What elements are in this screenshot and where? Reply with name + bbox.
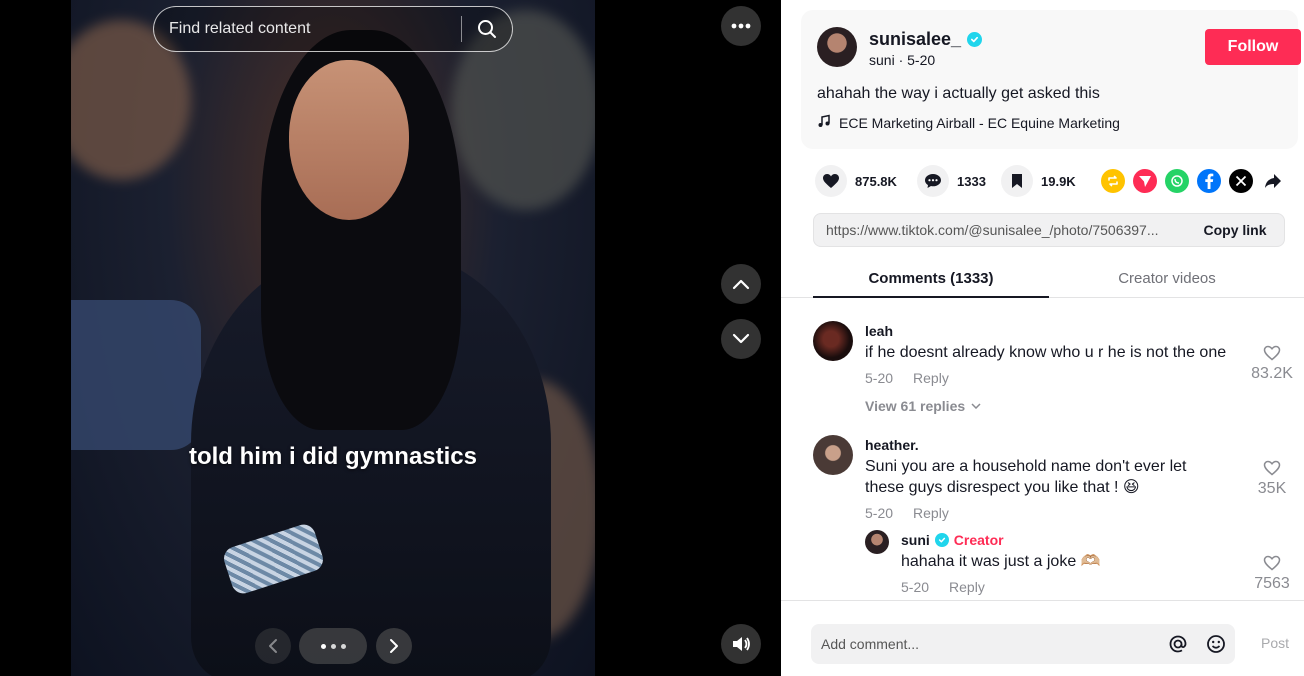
comment-like-count: 83.2K — [1251, 365, 1293, 382]
display-name: suni — [869, 52, 895, 68]
reply-meta: 5-20 Reply — [901, 579, 985, 595]
reply-button[interactable]: Reply — [913, 505, 949, 521]
bookmark-icon[interactable] — [1001, 165, 1033, 197]
comment-meta: 5-20 Reply — [865, 370, 949, 386]
search-placeholder[interactable]: Find related content — [154, 20, 461, 38]
follow-button[interactable]: Follow — [1205, 29, 1301, 65]
like-action[interactable]: 875.8K — [815, 164, 897, 198]
repost-icon[interactable] — [1101, 169, 1125, 193]
reply-like[interactable]: 7563 — [1248, 555, 1296, 593]
comment-text: if he doesnt already know who u r he is … — [865, 344, 1227, 361]
view-replies-label[interactable]: View 61 replies — [865, 398, 965, 414]
commenter-avatar[interactable] — [813, 321, 853, 361]
post-date: 5-20 — [907, 52, 936, 68]
reply-date: 5-20 — [901, 579, 930, 595]
post-photo: told him i did gymnastics — [71, 0, 595, 676]
share-link-box: https://www.tiktok.com/@sunisalee_/photo… — [813, 213, 1285, 247]
comment-text-line: Suni you are a household name don't ever… — [865, 458, 1187, 475]
chevron-down-icon — [971, 403, 981, 409]
comment-action[interactable]: 1333 — [917, 164, 986, 198]
comment-icon[interactable] — [917, 165, 949, 197]
comment-like[interactable]: 83.2K — [1248, 345, 1296, 383]
save-count: 19.9K — [1041, 173, 1076, 189]
photo-carousel-controls — [255, 628, 415, 664]
photo-caption: told him i did gymnastics — [188, 443, 478, 470]
tab-creator-videos[interactable]: Creator videos — [1049, 260, 1285, 297]
comment-list: leah if he doesnt already know who u r h… — [781, 299, 1304, 600]
commenter-avatar[interactable] — [813, 435, 853, 475]
background-banner — [71, 300, 201, 450]
reply-author[interactable]: suni Creator — [901, 532, 1004, 548]
media-viewer: told him i did gymnastics Find related c… — [0, 0, 781, 676]
heart-outline-icon[interactable] — [1263, 345, 1281, 361]
author-avatar[interactable] — [817, 27, 857, 67]
verified-badge-icon — [934, 533, 949, 547]
creator-badge: Creator — [953, 532, 1004, 548]
copy-link-button[interactable]: Copy link — [1186, 222, 1284, 238]
reply-button[interactable]: Reply — [913, 370, 949, 386]
post-comment-button[interactable]: Post — [1261, 635, 1289, 651]
comment-meta: 5-20 Reply — [865, 505, 949, 521]
whatsapp-icon[interactable] — [1165, 169, 1189, 193]
carousel-prev-icon[interactable] — [255, 628, 291, 664]
music-note-icon — [817, 114, 831, 131]
previous-post-icon[interactable] — [721, 264, 761, 304]
author-username[interactable]: sunisalee_ — [869, 29, 983, 50]
reply-text: hahaha it was just a joke 🫶🏼 — [901, 553, 1101, 570]
emoji-icon[interactable] — [1197, 634, 1235, 654]
panel-tabs: Comments (1333) Creator videos — [781, 260, 1304, 298]
send-to-friends-icon[interactable] — [1133, 169, 1157, 193]
heart-outline-icon[interactable] — [1263, 555, 1281, 571]
comment-composer: Add comment... Post — [781, 600, 1304, 676]
post-description: ahahah the way i actually get asked this — [817, 85, 1100, 102]
reply-avatar[interactable] — [865, 530, 889, 554]
mention-icon[interactable] — [1159, 634, 1197, 654]
reply-author-name[interactable]: suni — [901, 532, 930, 548]
post-info-card: sunisalee_ suni · 5-20 Follow ahahah the… — [801, 10, 1301, 149]
commenter-name[interactable]: heather. — [865, 437, 919, 453]
next-post-icon[interactable] — [721, 319, 761, 359]
more-share-icon[interactable] — [1261, 169, 1285, 193]
carousel-dot[interactable] — [330, 643, 336, 649]
comment-text-line: these guys disrespect you like that ! 😆 — [865, 479, 1140, 496]
reply-like-count: 7563 — [1254, 575, 1290, 592]
more-options-icon[interactable] — [721, 6, 761, 46]
comment-placeholder[interactable]: Add comment... — [811, 636, 1159, 652]
music-link[interactable]: ECE Marketing Airball - EC Equine Market… — [817, 114, 1120, 131]
comment-like[interactable]: 35K — [1248, 460, 1296, 498]
heart-outline-icon[interactable] — [1263, 460, 1281, 476]
like-count: 875.8K — [855, 173, 897, 189]
carousel-dots — [299, 628, 367, 664]
carousel-next-icon[interactable] — [376, 628, 412, 664]
post-details-panel: sunisalee_ suni · 5-20 Follow ahahah the… — [781, 0, 1304, 676]
comment-date: 5-20 — [865, 505, 894, 521]
x-icon[interactable] — [1229, 169, 1253, 193]
comment-text: Suni you are a household name don't ever… — [865, 456, 1187, 498]
share-link-url[interactable]: https://www.tiktok.com/@sunisalee_/photo… — [814, 222, 1186, 238]
comment-like-count: 35K — [1257, 480, 1287, 497]
comment-count: 1333 — [957, 173, 986, 189]
author-subline: suni · 5-20 — [869, 52, 936, 68]
post-actions: 875.8K 1333 19.9K — [815, 164, 1295, 198]
save-action[interactable]: 19.9K — [1001, 164, 1076, 198]
comment-date: 5-20 — [865, 370, 894, 386]
search-icon[interactable] — [462, 6, 512, 52]
related-search-bar[interactable]: Find related content — [153, 6, 513, 52]
reply-button[interactable]: Reply — [949, 579, 985, 595]
carousel-dot[interactable] — [320, 643, 326, 649]
tab-comments[interactable]: Comments (1333) — [813, 260, 1049, 298]
verified-badge-icon — [967, 32, 983, 47]
heart-icon[interactable] — [815, 165, 847, 197]
facebook-icon[interactable] — [1197, 169, 1221, 193]
username-text[interactable]: sunisalee_ — [869, 29, 961, 50]
music-title[interactable]: ECE Marketing Airball - EC Equine Market… — [839, 115, 1120, 131]
carousel-dot[interactable] — [340, 643, 346, 649]
comment-input[interactable]: Add comment... — [811, 624, 1235, 664]
subject-face — [289, 60, 409, 220]
commenter-name[interactable]: leah — [865, 323, 893, 339]
volume-icon[interactable] — [721, 624, 761, 664]
view-replies-button[interactable]: View 61 replies — [865, 398, 981, 414]
